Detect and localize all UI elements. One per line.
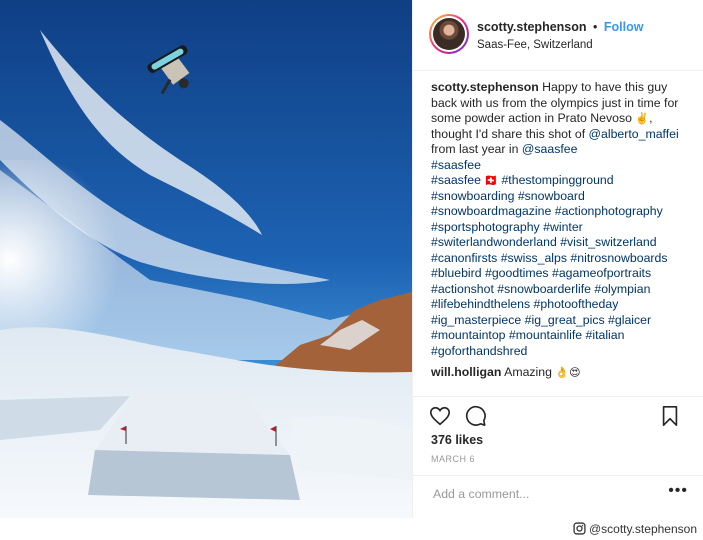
post-date: MARCH 6: [431, 454, 476, 464]
caption: scotty.stephenson Happy to have this guy…: [431, 80, 693, 359]
comment-text: Amazing: [504, 365, 552, 379]
avatar[interactable]: [429, 14, 469, 54]
swiss-flag-emoji: 🇨🇭: [484, 174, 499, 187]
bookmark-icon[interactable]: [659, 405, 681, 427]
likes-count[interactable]: 376 likes: [431, 433, 483, 447]
follow-button[interactable]: Follow: [604, 20, 644, 34]
post-photo[interactable]: [0, 0, 412, 518]
post-actions: 376 likes MARCH 6 •••: [413, 396, 703, 517]
hashtag-link[interactable]: #saasfee: [431, 158, 481, 172]
hashtag-list[interactable]: #thestompingground #snowboarding #snowbo…: [431, 173, 668, 358]
caption-username[interactable]: scotty.stephenson: [431, 80, 539, 94]
credit-handle: @scotty.stephenson: [588, 522, 697, 536]
more-options-icon[interactable]: •••: [668, 482, 688, 500]
comment-item: will.holligan Amazing 👌😍: [431, 365, 693, 381]
avatar-ring: [431, 16, 467, 52]
header-username[interactable]: scotty.stephenson: [477, 20, 587, 34]
header-username-row: scotty.stephenson • Follow: [477, 20, 643, 34]
victory-hand-emoji: ✌️: [635, 112, 650, 125]
snowboard-jump-photo: [0, 0, 412, 518]
mention-link[interactable]: @alberto_maffei: [589, 127, 679, 141]
comment-emoji: 👌😍: [555, 366, 581, 379]
avatar-image: [433, 18, 465, 50]
caption-text: from last year in: [431, 142, 519, 156]
heart-icon[interactable]: [429, 405, 451, 427]
post-header: scotty.stephenson • Follow Saas-Fee, Swi…: [413, 0, 703, 71]
photo-credit: @scotty.stephenson: [573, 522, 697, 536]
instagram-post: scotty.stephenson • Follow Saas-Fee, Swi…: [0, 0, 703, 518]
comment-bar: •••: [413, 475, 703, 516]
post-side-panel: scotty.stephenson • Follow Saas-Fee, Swi…: [412, 0, 703, 518]
comment-username[interactable]: will.holligan: [431, 365, 501, 379]
location-link[interactable]: Saas-Fee, Switzerland: [477, 39, 593, 51]
separator-dot: •: [593, 20, 598, 34]
comment-input[interactable]: [431, 486, 655, 502]
comments-section: scotty.stephenson Happy to have this guy…: [431, 80, 693, 381]
instagram-icon: [573, 522, 586, 535]
mention-link[interactable]: @saasfee: [522, 142, 578, 156]
hashtag-link[interactable]: #saasfee: [431, 173, 481, 187]
comment-icon[interactable]: [465, 405, 487, 427]
